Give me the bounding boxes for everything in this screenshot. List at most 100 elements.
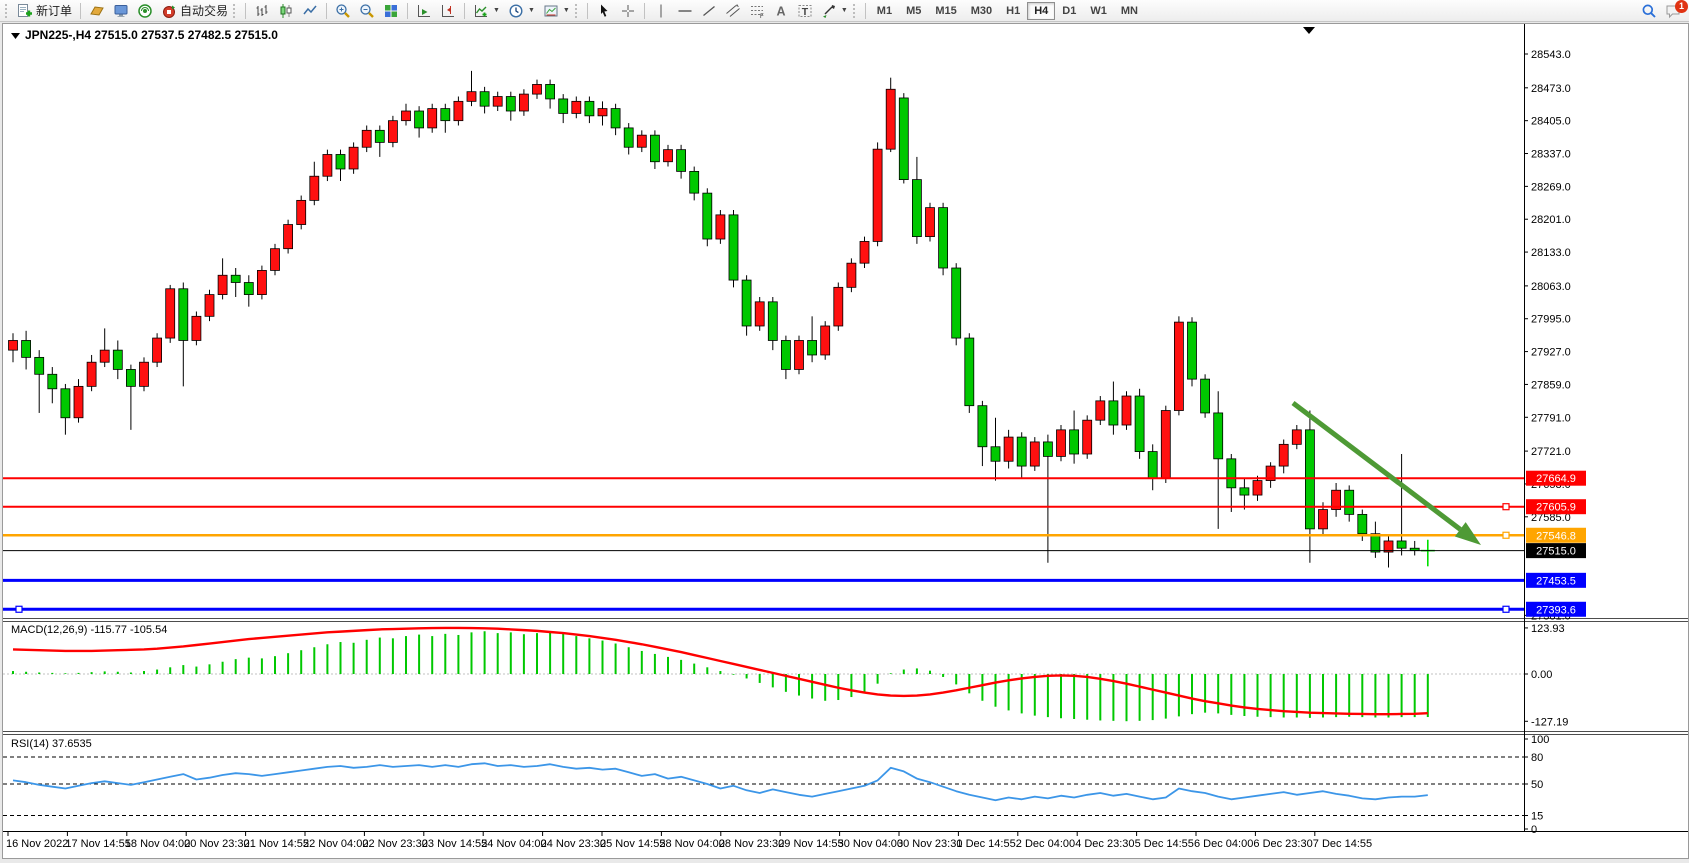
candle — [781, 340, 790, 369]
vline-tool-button[interactable] — [649, 1, 673, 21]
hline-handle[interactable] — [16, 606, 22, 612]
candle — [192, 316, 201, 340]
fibonacci-tool-button[interactable]: F — [745, 1, 769, 21]
mt4-terminal: { "toolbar": { "new_order_label": "新订单",… — [0, 0, 1689, 859]
new-order-button[interactable]: 新订单 — [13, 1, 76, 21]
zoom-in-icon — [335, 3, 351, 19]
svg-text:F: F — [760, 14, 764, 19]
candle — [978, 406, 987, 447]
toolbar-grip — [5, 4, 10, 18]
hline-tool-button[interactable] — [673, 1, 697, 21]
vline-icon — [653, 3, 669, 19]
timeframe-M5[interactable]: M5 — [899, 2, 928, 20]
timeframe-H1[interactable]: H1 — [999, 2, 1027, 20]
candle — [205, 295, 214, 317]
time-label: 5 Dec 14:55 — [1135, 838, 1194, 850]
auto-scroll-button[interactable] — [412, 1, 436, 21]
price-line-label: 27393.6 — [1536, 604, 1576, 616]
hline-handle[interactable] — [1503, 504, 1509, 510]
candle — [179, 289, 188, 341]
candle — [1214, 413, 1223, 459]
hline-handle[interactable] — [1503, 532, 1509, 538]
candle — [886, 89, 895, 149]
toolbar: 新订单 自动交易 ▼ ▼ ▼ F A T ▼ M1M5M15M30H1H4D1W… — [0, 0, 1689, 22]
candle — [585, 101, 594, 115]
candle — [939, 208, 948, 268]
candle — [362, 130, 371, 147]
autotrade-button[interactable]: 自动交易 — [157, 1, 232, 21]
candle — [572, 101, 581, 113]
candle — [428, 109, 437, 128]
candle — [1253, 481, 1262, 495]
hline-handle[interactable] — [1503, 606, 1509, 612]
time-label: 24 Nov 04:00 — [481, 838, 546, 850]
trendline-tool-button[interactable] — [697, 1, 721, 21]
candle — [323, 154, 332, 176]
templates-button[interactable]: ▼ — [539, 1, 574, 21]
crosshair-tool-button[interactable] — [616, 1, 640, 21]
periods-button[interactable]: ▼ — [504, 1, 539, 21]
market-watch-button[interactable] — [109, 1, 133, 21]
time-label: 18 Nov 04:00 — [125, 838, 190, 850]
price-tick: 28473.0 — [1531, 83, 1571, 95]
candle — [1174, 322, 1183, 410]
autotrade-label: 自动交易 — [180, 2, 228, 19]
timeframe-H4[interactable]: H4 — [1027, 2, 1055, 20]
candle — [126, 369, 135, 386]
bar-chart-button[interactable] — [250, 1, 274, 21]
candle — [480, 92, 489, 106]
timeframe-M30[interactable]: M30 — [964, 2, 999, 20]
candle — [729, 215, 738, 280]
chart-background — [3, 24, 1688, 858]
candle — [624, 128, 633, 147]
price-tick: 28063.0 — [1531, 281, 1571, 293]
timeframe-W1[interactable]: W1 — [1083, 2, 1114, 20]
zoom-out-button[interactable] — [355, 1, 379, 21]
candle — [677, 150, 686, 172]
line-chart-button[interactable] — [298, 1, 322, 21]
candle — [559, 99, 568, 113]
chevron-down-icon: ▼ — [493, 7, 500, 14]
price-tick: 27927.0 — [1531, 347, 1571, 359]
timeframe-M1[interactable]: M1 — [870, 2, 899, 20]
alerts-button[interactable]: 1 — [1661, 1, 1685, 21]
candle — [218, 275, 227, 294]
tile-windows-button[interactable] — [379, 1, 403, 21]
macd-label: MACD(12,26,9) -115.77 -105.54 — [11, 624, 167, 636]
cursor-tool-button[interactable] — [592, 1, 616, 21]
auto-scroll-icon — [416, 3, 432, 19]
timeframe-M15[interactable]: M15 — [928, 2, 963, 20]
candle — [297, 200, 306, 224]
candle — [153, 338, 162, 362]
indicators-icon — [473, 3, 489, 19]
arrows-tool-button[interactable]: ▼ — [817, 1, 852, 21]
channel-tool-button[interactable] — [721, 1, 745, 21]
profile-button[interactable] — [85, 1, 109, 21]
label-tool-button[interactable]: T — [793, 1, 817, 21]
candle — [415, 111, 424, 128]
candle — [1319, 510, 1328, 529]
candle — [847, 263, 856, 287]
trendline-icon — [701, 3, 717, 19]
chevron-down-icon: ▼ — [528, 7, 535, 14]
zoom-in-button[interactable] — [331, 1, 355, 21]
candle — [9, 340, 18, 350]
time-label: 17 Nov 14:55 — [65, 838, 130, 850]
text-tool-button[interactable]: A — [769, 1, 793, 21]
candle — [637, 135, 646, 147]
timeframe-MN[interactable]: MN — [1114, 2, 1145, 20]
candle — [441, 109, 450, 121]
indicators-button[interactable]: ▼ — [469, 1, 504, 21]
price-line-label: 27453.5 — [1536, 575, 1576, 587]
candlestick-chart-button[interactable] — [274, 1, 298, 21]
candle — [1043, 442, 1052, 456]
chart-shift-button[interactable] — [436, 1, 460, 21]
time-label: 7 Dec 14:55 — [1313, 838, 1372, 850]
timeframe-D1[interactable]: D1 — [1055, 2, 1083, 20]
search-button[interactable] — [1637, 1, 1661, 21]
signals-icon — [137, 3, 153, 19]
signals-button[interactable] — [133, 1, 157, 21]
separator — [587, 3, 588, 19]
chart-canvas[interactable]: 28543.028473.028405.028337.028269.028201… — [3, 24, 1688, 858]
candle — [1004, 437, 1013, 461]
